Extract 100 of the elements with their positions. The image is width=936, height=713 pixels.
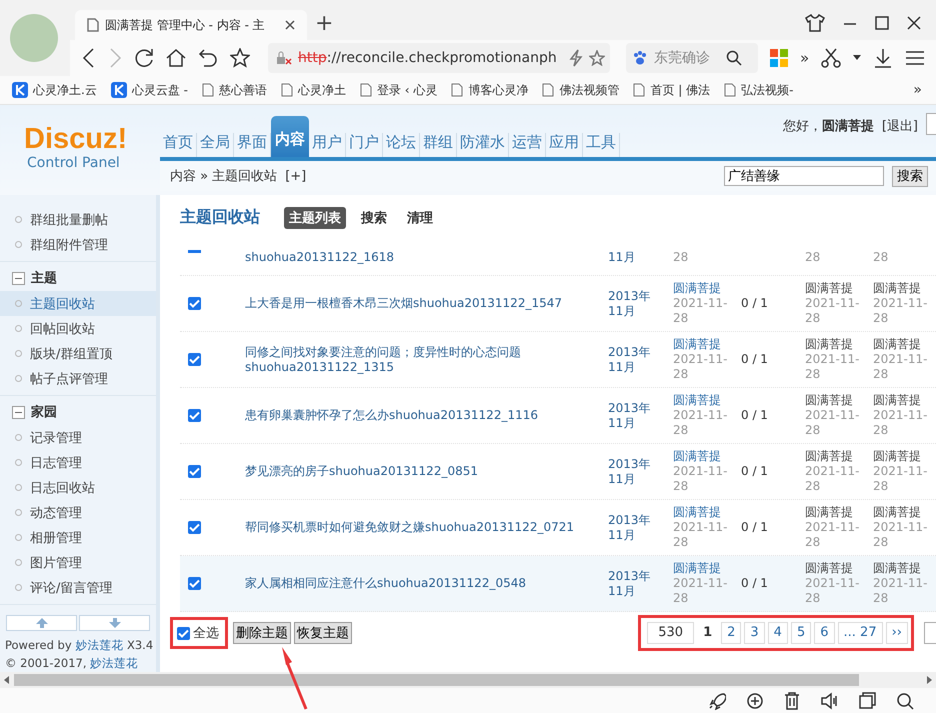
bookmark[interactable]: 心灵净土.云 <box>12 82 97 98</box>
new-tab-button[interactable]: + <box>315 11 334 36</box>
tab[interactable]: 清理 <box>402 206 438 228</box>
home-icon[interactable] <box>166 48 186 68</box>
lightning-icon[interactable] <box>568 49 583 67</box>
nav-tab[interactable]: 应用 <box>546 133 583 157</box>
speaker-icon[interactable] <box>820 692 838 710</box>
nav-tab[interactable]: 用户 <box>309 133 346 157</box>
browser-tab[interactable]: 圆满菩提 管理中心 - 内容 - 主 <box>75 10 307 40</box>
logout-link[interactable]: [退出] <box>882 117 918 135</box>
bookmarks-more-button[interactable]: » <box>913 82 922 98</box>
reload-icon[interactable] <box>134 48 154 68</box>
page-link[interactable]: 3 <box>744 622 765 644</box>
bookmark[interactable]: 佛法视频管 <box>542 82 620 98</box>
checkbox-edge[interactable] <box>188 250 201 253</box>
sidebar-item[interactable]: 版块/群组置顶 <box>0 341 156 366</box>
topic-link[interactable]: 梦见漂亮的房子shuohua20131122_0851 <box>245 464 596 479</box>
collapse-toggle-icon[interactable] <box>12 406 25 418</box>
back-icon[interactable] <box>82 48 96 68</box>
undo-icon[interactable] <box>198 48 218 68</box>
nav-tab[interactable]: 工具 <box>583 133 620 157</box>
bookmark[interactable]: 心灵净土 <box>280 82 346 98</box>
link[interactable]: 妙法莲花 <box>75 638 124 652</box>
close-icon[interactable] <box>907 16 922 30</box>
maximize-icon[interactable] <box>875 16 890 30</box>
nav-tab[interactable]: 首页 <box>160 133 197 157</box>
topic-link[interactable]: 患有卵巢囊肿怀孕了怎么办shuohua20131122_1116 <box>245 408 596 423</box>
scissors-icon[interactable] <box>821 48 842 68</box>
select-all-checkbox[interactable]: 全选 <box>177 624 219 642</box>
search-field[interactable]: 东莞确诊 <box>626 43 758 73</box>
page-link[interactable]: ... 27 <box>838 622 883 644</box>
topic-link[interactable]: 家人属相相同应注意什么shuohua20131122_0548 <box>245 576 596 591</box>
bookmark[interactable]: 博客心灵净 <box>451 82 528 98</box>
author-link[interactable]: 圆满菩提 <box>673 561 737 576</box>
nav-tab[interactable]: 防灌水 <box>457 133 509 157</box>
search-icon[interactable] <box>896 692 914 710</box>
checkbox[interactable] <box>177 626 190 640</box>
shirt-icon[interactable] <box>805 14 826 32</box>
checkbox[interactable] <box>188 353 201 366</box>
sidebar-item[interactable]: 相册管理 <box>0 525 156 550</box>
topic-link[interactable]: 上大香是用一根檀香木昂三次烟shuohua20131122_1547 <box>245 296 596 311</box>
search-icon[interactable] <box>726 50 742 66</box>
sidebar-item[interactable]: 日志回收站 <box>0 475 156 500</box>
sidebar-item[interactable]: 评论/留言管理 <box>0 575 156 600</box>
checkbox[interactable] <box>188 297 201 310</box>
rocket-icon[interactable] <box>708 692 726 710</box>
scrollbar-thumb[interactable] <box>14 674 859 686</box>
author-link[interactable]: 圆满菩提 <box>673 449 737 464</box>
sidebar-item[interactable]: 回帖回收站 <box>0 316 156 341</box>
search-input[interactable]: 东莞确诊 <box>654 50 720 66</box>
add-shortcut-link[interactable]: [+] <box>285 168 306 184</box>
sidebar-group-header[interactable]: 家园 <box>0 399 156 425</box>
star-icon[interactable] <box>588 50 605 66</box>
nav-tab[interactable]: 内容 <box>271 116 309 157</box>
circle-plus-icon[interactable] <box>746 692 764 710</box>
overflow-button[interactable]: » <box>800 49 810 67</box>
search-field[interactable]: 广结善缘 <box>724 166 884 186</box>
author-link[interactable]: 圆满菩提 <box>673 505 737 520</box>
topic-link[interactable]: 同修之间找对象要注意的问题；度异性时的心态问题shuohua20131122_1315 <box>245 344 596 374</box>
close-icon[interactable] <box>285 20 295 30</box>
sidebar-item[interactable]: 群组批量删帖 <box>0 207 156 232</box>
bookmark[interactable]: 慈心善语 <box>202 82 267 98</box>
action-button[interactable]: 恢复主题 <box>294 622 352 644</box>
sidebar-item[interactable]: 主题回收站 <box>0 291 156 316</box>
next-page-link[interactable]: ›› <box>886 622 908 644</box>
menu-icon[interactable] <box>905 50 926 66</box>
sidebar-group-header[interactable]: 主题 <box>0 265 156 291</box>
page-link[interactable]: 4 <box>768 622 788 644</box>
link[interactable]: 妙法莲花 <box>90 656 138 670</box>
sidebar-item[interactable]: 图片管理 <box>0 550 156 575</box>
author-link[interactable]: 圆满菩提 <box>673 393 737 408</box>
page-link[interactable]: 2 <box>721 622 742 644</box>
nav-tab[interactable]: 全局 <box>197 133 234 157</box>
topic-link[interactable]: shuohua20131122_1618 <box>245 250 596 265</box>
star-icon[interactable] <box>230 48 250 68</box>
trash-icon[interactable] <box>784 692 800 710</box>
tab[interactable]: 主题列表 <box>284 206 346 228</box>
checkbox[interactable] <box>188 577 201 590</box>
checkbox[interactable] <box>188 521 201 534</box>
download-icon[interactable] <box>873 48 894 68</box>
nav-tab[interactable]: 群组 <box>420 133 457 157</box>
sidebar-item[interactable]: 帖子点评管理 <box>0 366 156 391</box>
tab[interactable]: 搜索 <box>356 206 392 228</box>
topic-link[interactable]: 帮同修买机票时如何避免敛财之嫌shuohua20131122_0721 <box>245 520 596 535</box>
nav-tab[interactable]: 门户 <box>346 133 383 157</box>
address-field[interactable]: http://reconcile.checkpromotionanph <box>268 43 610 73</box>
author-link[interactable]: 圆满菩提 <box>673 337 737 352</box>
page-input-field[interactable] <box>924 622 936 644</box>
action-button[interactable]: 删除主题 <box>233 622 291 644</box>
nav-tab[interactable]: 运营 <box>509 133 546 157</box>
sidebar-item[interactable]: 日志管理 <box>0 450 156 475</box>
bookmark[interactable]: 首页 | 佛法 <box>633 82 710 98</box>
bookmark[interactable]: 登录 ‹ 心灵 <box>360 82 438 98</box>
sidebar-item[interactable]: 群组附件管理 <box>0 232 156 257</box>
author-link[interactable]: 圆满菩提 <box>673 281 737 296</box>
sidebar-item[interactable]: 记录管理 <box>0 425 156 450</box>
bookmark[interactable]: 弘法视频- <box>724 82 794 98</box>
nav-tab[interactable]: 论坛 <box>383 133 420 157</box>
bookmark[interactable]: 心灵云盘 - <box>110 82 188 98</box>
caret-icon[interactable] <box>853 55 862 61</box>
